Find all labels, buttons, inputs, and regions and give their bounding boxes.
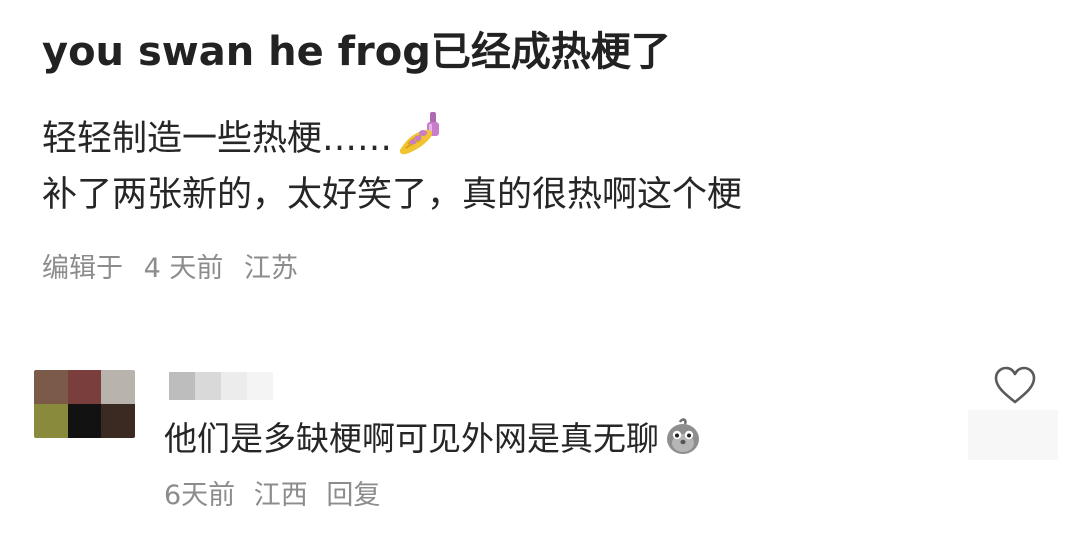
- name-redaction-block: [169, 372, 195, 400]
- post: you swan he frog已经成热梗了 轻轻制造一些热梗…… 补了两张新的…: [42, 20, 1042, 289]
- post-title: you swan he frog已经成热梗了: [42, 29, 671, 75]
- name-redaction-block: [195, 372, 221, 400]
- post-meta: 编辑于 4 天前 江苏: [42, 249, 1042, 289]
- comment-location: 江西: [253, 480, 308, 511]
- comment-meta: 6天前 江西 回复: [164, 476, 380, 516]
- avatar-pixel: [101, 404, 135, 438]
- comment-text-content: 他们是多缺梗啊可见外网是真无聊: [164, 419, 659, 458]
- name-redaction-block: [247, 372, 273, 400]
- post-location: 江苏: [243, 253, 298, 284]
- grey-bird-emoji-icon: [667, 418, 699, 454]
- avatar-pixel: [34, 370, 68, 404]
- reply-button[interactable]: 回复: [326, 480, 380, 511]
- commenter-name-redacted[interactable]: [169, 372, 273, 400]
- name-redaction-block: [221, 372, 247, 400]
- nail-polish-emoji-icon: [399, 112, 440, 155]
- comment-text: 他们是多缺梗啊可见外网是真无聊: [164, 416, 703, 462]
- avatar[interactable]: [34, 370, 135, 438]
- like-area-shade: [968, 410, 1058, 460]
- post-body: 轻轻制造一些热梗…… 补了两张新的，太好笑了，真的很热啊这个梗: [42, 110, 1042, 223]
- heart-outline-icon[interactable]: [993, 365, 1037, 405]
- avatar-pixel: [67, 404, 102, 438]
- edited-label: 编辑于: [42, 253, 123, 284]
- avatar-pixel: [101, 370, 135, 404]
- post-body-text-1: 轻轻制造一些热梗……: [42, 119, 393, 159]
- comment-time: 6天前: [164, 480, 236, 511]
- post-body-line: 轻轻制造一些热梗……: [42, 110, 1042, 167]
- avatar-pixel: [67, 370, 102, 404]
- avatar-pixel: [34, 404, 68, 438]
- post-body-text-2: 补了两张新的，太好笑了，真的很热啊这个梗: [42, 175, 743, 215]
- comment: 他们是多缺梗啊可见外网是真无聊 6天前 江西 回复: [34, 368, 1054, 518]
- post-time: 4 天前: [143, 253, 224, 284]
